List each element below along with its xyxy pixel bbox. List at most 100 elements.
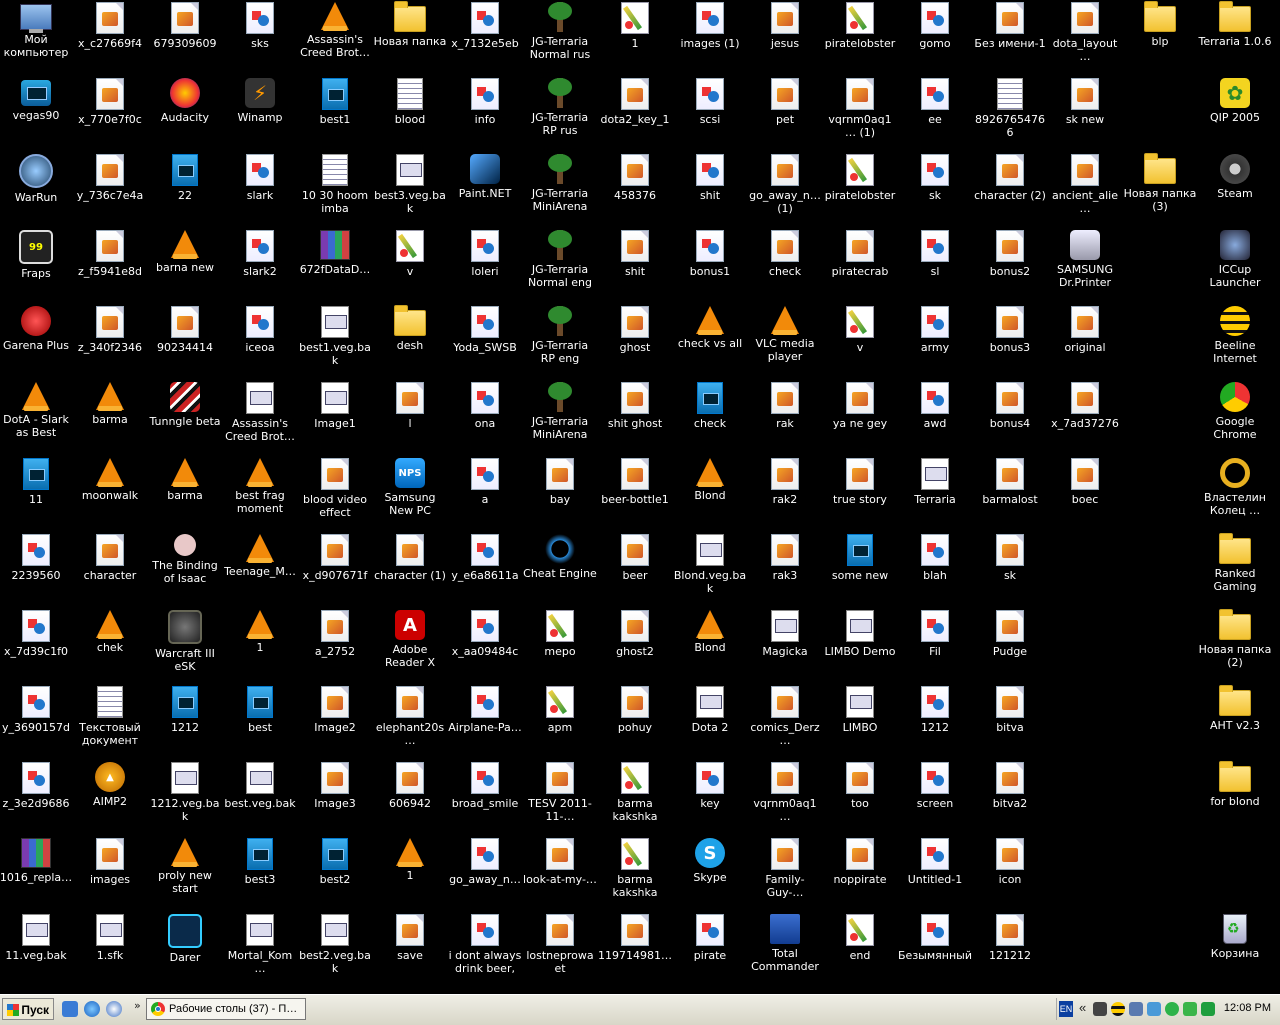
desktop-icon[interactable]: JG-Terraria Normal rus (523, 0, 597, 72)
desktop-icon[interactable]: rak3 (748, 532, 822, 604)
desktop-icon[interactable]: shit (673, 152, 747, 224)
desktop-icon[interactable]: SAMSUNG Dr.Printer (1048, 228, 1122, 300)
desktop-icon[interactable]: Airplane-Pa… (448, 684, 522, 756)
desktop-icon[interactable]: Terraria 1.0.6 (1198, 0, 1272, 72)
desktop-icon[interactable]: vqrnm0aq1… (748, 760, 822, 832)
steam-tray-icon[interactable] (1093, 1002, 1107, 1016)
desktop-icon[interactable]: piratecrab (823, 228, 897, 300)
desktop-icon[interactable]: desh (373, 304, 447, 376)
desktop-icon[interactable]: broad_smile (448, 760, 522, 832)
desktop-icon[interactable]: LIMBO Demo (823, 608, 897, 680)
desktop-icon[interactable]: Total Commander (748, 912, 822, 984)
desktop-icon[interactable]: screen (898, 760, 972, 832)
desktop-icon[interactable]: Blond (673, 608, 747, 680)
desktop-icon[interactable]: 121212 (973, 912, 1047, 984)
desktop-icon[interactable]: x_d907671f (298, 532, 372, 604)
desktop-icon[interactable]: barmalost (973, 456, 1047, 528)
desktop-icon[interactable]: sks (223, 0, 297, 72)
desktop-icon[interactable]: z_340f2346 (73, 304, 147, 376)
desktop-icon[interactable]: Cheat Engine (523, 532, 597, 604)
desktop-icon[interactable]: ancient_alie… (1048, 152, 1122, 224)
desktop-icon[interactable]: 1212.veg.bak (148, 760, 222, 832)
desktop-icon[interactable]: JG-Terraria MiniArena rus (523, 152, 597, 224)
start-button[interactable]: Пуск (2, 998, 54, 1020)
desktop-icon[interactable]: slark (223, 152, 297, 224)
desktop-icon[interactable]: pet (748, 76, 822, 148)
desktop-icon[interactable]: character (2) (973, 152, 1047, 224)
desktop-icon[interactable]: sk (973, 532, 1047, 604)
desktop-icon[interactable]: Безымянный (898, 912, 972, 984)
desktop-icon[interactable]: 606942 (373, 760, 447, 832)
desktop-icon[interactable]: x_7132e5eb (448, 0, 522, 72)
desktop-icon[interactable]: blood video effect (298, 456, 372, 528)
desktop-icon[interactable]: 10 30 hoom imba (298, 152, 372, 224)
desktop-icon[interactable]: noppirate (823, 836, 897, 908)
desktop-icon[interactable]: dota2_key_1 (598, 76, 672, 148)
desktop-icon[interactable]: x_c27669f4 (73, 0, 147, 72)
desktop-icon[interactable]: bitva (973, 684, 1047, 756)
desktop-icon[interactable]: rak2 (748, 456, 822, 528)
desktop-icon[interactable]: piratelobster (823, 152, 897, 224)
desktop-icon[interactable]: beer-bottle1 (598, 456, 672, 528)
desktop-icon[interactable]: best3.veg.bak (373, 152, 447, 224)
desktop-icon[interactable]: apm (523, 684, 597, 756)
desktop-icon[interactable]: jesus (748, 0, 822, 72)
desktop-icon[interactable]: Мой компьютер (0, 0, 73, 72)
desktop-icon[interactable]: bitva2 (973, 760, 1047, 832)
desktop-icon[interactable]: 1 (223, 608, 297, 680)
desktop-icon[interactable]: 672fDataD… (298, 228, 372, 300)
desktop-icon[interactable]: Warcraft III eSK (148, 608, 222, 680)
desktop-icon[interactable]: awd (898, 380, 972, 452)
desktop-icon[interactable]: bonus2 (973, 228, 1047, 300)
desktop-icon[interactable]: elephant20s… (373, 684, 447, 756)
desktop-icon[interactable]: Garena Plus (0, 304, 73, 376)
desktop-icon[interactable]: bonus4 (973, 380, 1047, 452)
safely-remove-tray-icon[interactable] (1201, 1002, 1215, 1016)
desktop-icon[interactable]: ona (448, 380, 522, 452)
desktop-icon[interactable]: loleri (448, 228, 522, 300)
desktop-icon[interactable]: barma (148, 456, 222, 528)
desktop-icon[interactable]: key (673, 760, 747, 832)
volume-tray-icon[interactable] (1147, 1002, 1161, 1016)
desktop-icon[interactable]: lostneprowaet (523, 912, 597, 984)
desktop-icon[interactable]: for blond (1198, 760, 1272, 832)
desktop-icon[interactable]: Yoda_SWSB (448, 304, 522, 376)
desktop-icon[interactable]: Image3 (298, 760, 372, 832)
desktop-icon[interactable]: best3 (223, 836, 297, 908)
desktop-icon[interactable]: character (73, 532, 147, 604)
desktop-icon[interactable]: gomo (898, 0, 972, 72)
desktop-icon[interactable]: images (1) (673, 0, 747, 72)
desktop-icon[interactable]: comics_Derz… (748, 684, 822, 756)
clock[interactable]: 12:08 PM (1224, 1002, 1271, 1014)
desktop-icon[interactable]: look-at-my-… (523, 836, 597, 908)
desktop-icon[interactable]: DotA - Slark as Best Dodger (0, 380, 73, 452)
show-desktop-icon[interactable] (62, 1001, 78, 1017)
tray-expand-chevron[interactable]: « (1079, 1000, 1086, 1015)
desktop-icon[interactable]: pirate (673, 912, 747, 984)
desktop-icon[interactable]: 90234414 (148, 304, 222, 376)
desktop-icon[interactable]: S Skype (673, 836, 747, 908)
quicklaunch-chevron[interactable]: » (134, 999, 141, 1012)
desktop-icon[interactable]: Google Chrome (1198, 380, 1272, 452)
desktop-icon[interactable]: slark2 (223, 228, 297, 300)
desktop[interactable]: Мой компьютер vegas90 WarRun 99 Fraps Garena … (0, 0, 1280, 994)
desktop-icon[interactable]: bonus1 (673, 228, 747, 300)
desktop-icon[interactable]: ▲ AIMP2 (73, 760, 147, 832)
desktop-icon[interactable]: x_7ad37276 (1048, 380, 1122, 452)
desktop-icon[interactable]: best (223, 684, 297, 756)
desktop-icon[interactable]: blood (373, 76, 447, 148)
desktop-icon[interactable]: Teenage_M… (223, 532, 297, 604)
desktop-icon[interactable]: Blond (673, 456, 747, 528)
desktop-icon[interactable]: save (373, 912, 447, 984)
desktop-icon[interactable]: army (898, 304, 972, 376)
desktop-icon[interactable]: piratelobster (823, 0, 897, 72)
desktop-icon[interactable]: 1.sfk (73, 912, 147, 984)
desktop-icon[interactable]: icon (973, 836, 1047, 908)
desktop-icon[interactable]: v (823, 304, 897, 376)
desktop-icon[interactable]: scsi (673, 76, 747, 148)
desktop-icon[interactable]: blah (898, 532, 972, 604)
desktop-icon[interactable]: Darer (148, 912, 222, 984)
desktop-icon[interactable]: sk (898, 152, 972, 224)
desktop-icon[interactable]: x_aa09484c (448, 608, 522, 680)
desktop-icon[interactable]: check (748, 228, 822, 300)
